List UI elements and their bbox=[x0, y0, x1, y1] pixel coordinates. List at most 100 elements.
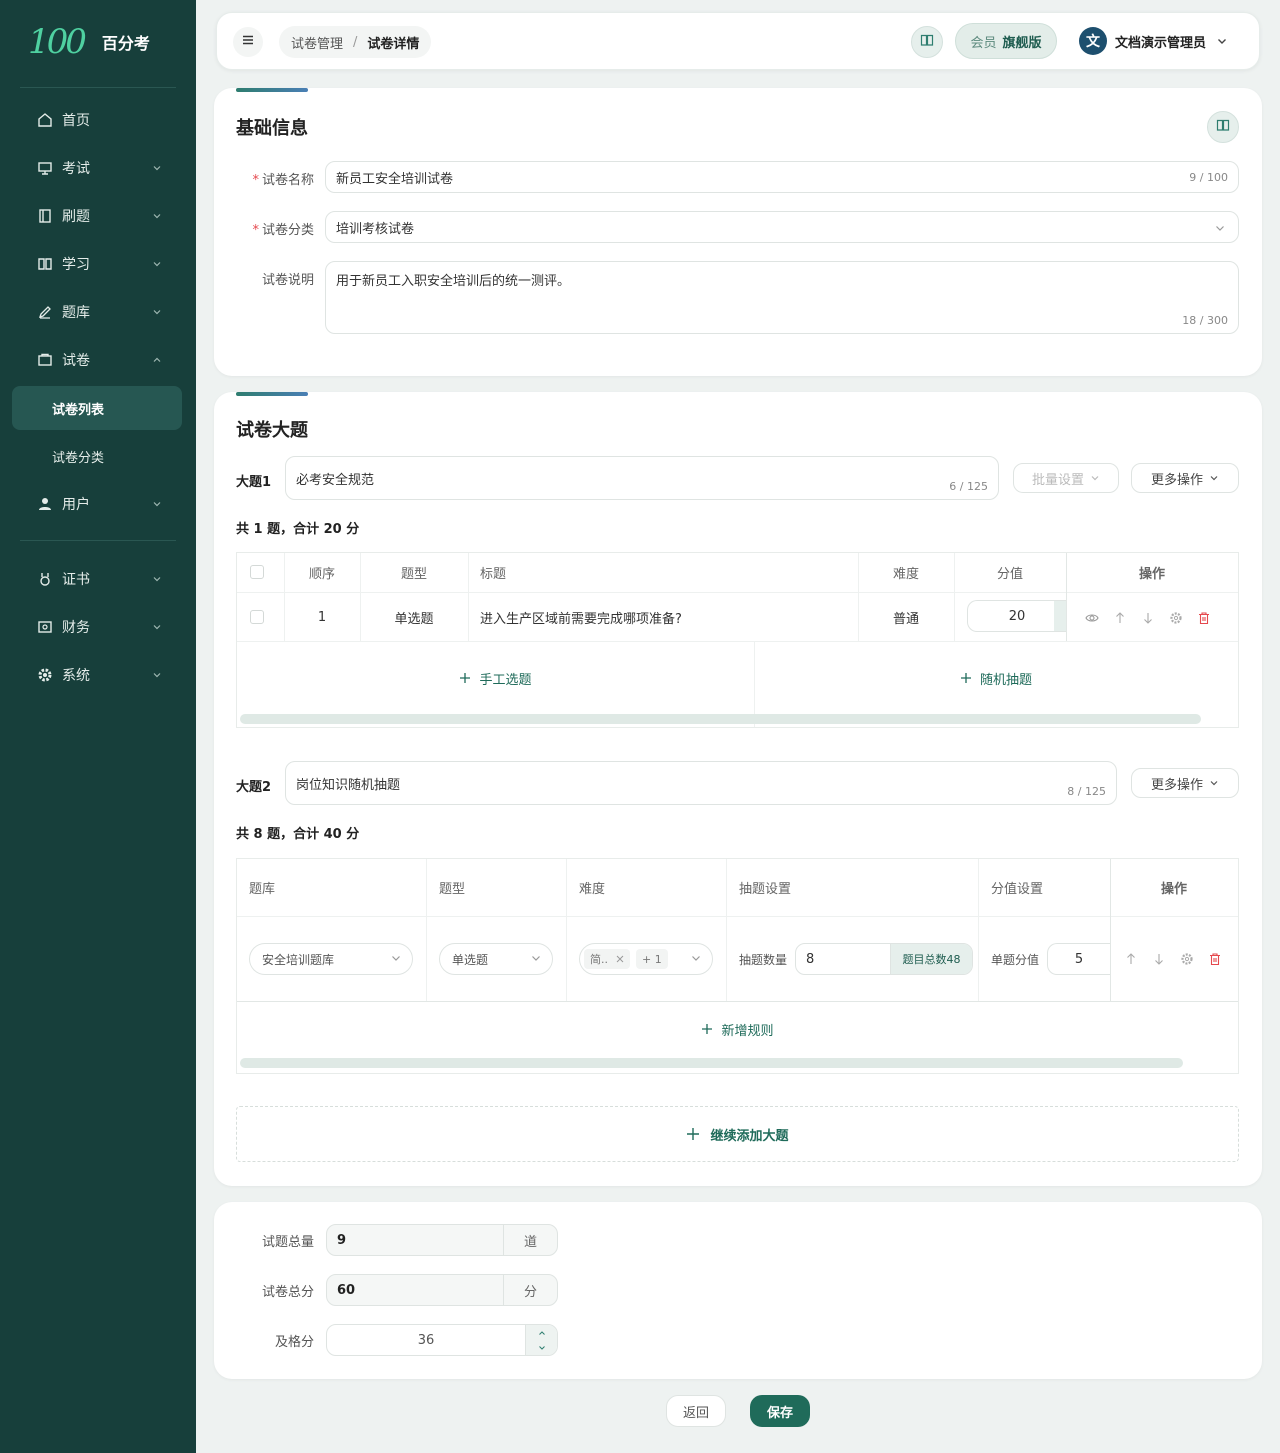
membership-badge[interactable]: 会员 旗舰版 bbox=[955, 23, 1057, 59]
input-value: 36 bbox=[417, 1332, 435, 1348]
chevron-down-icon bbox=[152, 305, 162, 321]
sidebar-item-papers[interactable]: 试卷 bbox=[12, 338, 182, 382]
add-rule-button[interactable]: 新增规则 bbox=[237, 1001, 1238, 1057]
score-input[interactable]: 20 bbox=[967, 600, 1066, 632]
menu-toggle-button[interactable] bbox=[233, 27, 263, 57]
section-1-summary: 共 1 题，合计 20 分 bbox=[236, 522, 360, 537]
sidebar-divider bbox=[20, 540, 176, 541]
column-header: 题型 bbox=[439, 882, 466, 897]
settings-icon[interactable] bbox=[1169, 611, 1183, 625]
unit-label: 分 bbox=[503, 1275, 557, 1305]
sidebar-item-paper-category[interactable]: 试卷分类 bbox=[12, 434, 182, 478]
notebook-icon bbox=[36, 207, 54, 225]
arrow-down-icon[interactable] bbox=[1141, 611, 1155, 625]
sidebar-item-study[interactable]: 学习 bbox=[12, 242, 182, 286]
stepper[interactable] bbox=[1054, 601, 1066, 631]
paper-description-textarea[interactable]: 用于新员工入职安全培训后的统一测评。 18 / 300 bbox=[325, 261, 1239, 334]
trash-icon[interactable] bbox=[1208, 952, 1222, 966]
chevron-down-icon bbox=[390, 952, 402, 967]
chevron-down-icon bbox=[690, 952, 702, 967]
settings-icon[interactable] bbox=[1180, 952, 1194, 966]
close-icon[interactable] bbox=[616, 955, 624, 963]
passing-score-input[interactable]: 36 bbox=[326, 1324, 558, 1356]
column-header: 分值设置 bbox=[991, 882, 1044, 897]
help-button[interactable] bbox=[1207, 111, 1239, 143]
batch-settings-dropdown[interactable]: 批量设置 bbox=[1013, 463, 1119, 493]
book-open-icon bbox=[36, 255, 54, 273]
monitor-icon bbox=[36, 159, 54, 177]
difficulty-multiselect[interactable]: 简.. + 1 bbox=[579, 943, 713, 975]
sidebar-item-question-bank[interactable]: 题库 bbox=[12, 290, 182, 334]
chevron-up-icon[interactable] bbox=[538, 1329, 546, 1337]
column-header: 操作 bbox=[1160, 882, 1187, 897]
input-value: 20 bbox=[1008, 608, 1026, 624]
back-button[interactable]: 返回 bbox=[666, 1395, 726, 1427]
field-label: * 试卷名称 bbox=[252, 173, 314, 188]
question-bank-select[interactable]: 安全培训题库 bbox=[249, 943, 413, 975]
paper-sections-card: 试卷大题 大题1 必考安全规范 6 / 125 批量设置 更多操作 共 1 题，… bbox=[214, 392, 1262, 1186]
docs-button[interactable] bbox=[911, 26, 943, 58]
sidebar-item-label: 财务 bbox=[62, 620, 90, 636]
more-actions-dropdown[interactable]: 更多操作 bbox=[1131, 768, 1239, 798]
manual-select-button[interactable]: 手工选题 bbox=[237, 641, 754, 715]
arrow-down-icon[interactable] bbox=[1152, 952, 1166, 966]
sidebar-item-users[interactable]: 用户 bbox=[12, 482, 182, 526]
horizontal-scrollbar[interactable] bbox=[240, 714, 1201, 724]
breadcrumb-item[interactable]: 试卷管理 bbox=[291, 33, 343, 52]
breadcrumb: 试卷管理 / 试卷详情 bbox=[279, 26, 432, 58]
button-label: 批量设置 bbox=[1031, 472, 1084, 488]
trash-icon[interactable] bbox=[1197, 611, 1211, 625]
user-icon bbox=[36, 495, 54, 513]
section-2-name-input[interactable]: 岗位知识随机抽题 8 / 125 bbox=[285, 761, 1117, 805]
sidebar-item-exam[interactable]: 考试 bbox=[12, 146, 182, 190]
pen-icon bbox=[36, 303, 54, 321]
chevron-down-icon bbox=[152, 620, 162, 636]
save-button[interactable]: 保存 bbox=[750, 1395, 810, 1427]
sidebar-item-home[interactable]: 首页 bbox=[12, 98, 182, 142]
horizontal-scrollbar[interactable] bbox=[240, 1058, 1183, 1068]
column-header: 难度 bbox=[579, 882, 606, 897]
arrow-up-icon[interactable] bbox=[1113, 611, 1127, 625]
basic-info-card: 基础信息 * 试卷名称 新员工安全培训试卷 9 / 100 * 试卷分类 培训考核试… bbox=[214, 88, 1262, 376]
number-stepper[interactable] bbox=[525, 1325, 557, 1355]
membership-label: 会员 bbox=[970, 35, 997, 51]
sidebar-item-certificate[interactable]: 证书 bbox=[12, 557, 182, 601]
question-type-select[interactable]: 单选题 bbox=[439, 943, 553, 975]
select-all-checkbox[interactable] bbox=[250, 565, 264, 579]
arrow-up-icon[interactable] bbox=[1124, 952, 1138, 966]
row-checkbox[interactable] bbox=[250, 610, 264, 624]
field-label: 试卷说明 bbox=[261, 273, 314, 288]
eye-icon[interactable] bbox=[1085, 611, 1099, 625]
medal-icon bbox=[36, 570, 54, 588]
row-difficulty: 普通 bbox=[892, 611, 919, 627]
sidebar-item-label: 试卷 bbox=[62, 353, 90, 369]
sidebar-item-practice[interactable]: 刷题 bbox=[12, 194, 182, 238]
button-label: 更多操作 bbox=[1150, 777, 1203, 793]
section-2-summary: 共 8 题，合计 40 分 bbox=[236, 827, 360, 842]
more-actions-dropdown[interactable]: 更多操作 bbox=[1131, 463, 1239, 493]
total-questions-value: 9 bbox=[337, 1232, 347, 1248]
char-counter: 8 / 125 bbox=[1067, 785, 1106, 798]
char-counter: 9 / 100 bbox=[1189, 171, 1228, 184]
sidebar-item-finance[interactable]: 财务 bbox=[12, 605, 182, 649]
user-menu[interactable]: 文 文档演示管理员 bbox=[1073, 23, 1245, 59]
paper-category-select[interactable]: 培训考核试卷 bbox=[325, 211, 1239, 243]
chevron-down-icon[interactable] bbox=[538, 1344, 546, 1352]
add-section-button[interactable]: 继续添加大题 bbox=[236, 1106, 1239, 1162]
row-title[interactable]: 进入生产区域前需要完成哪项准备? bbox=[480, 593, 682, 641]
book-icon bbox=[1216, 118, 1230, 136]
draw-count-input[interactable]: 8 题目总数48 bbox=[795, 943, 973, 975]
sidebar-item-label: 刷题 bbox=[62, 209, 90, 225]
sidebar-item-paper-list[interactable]: 试卷列表 bbox=[12, 386, 182, 430]
section-1-name-input[interactable]: 必考安全规范 6 / 125 bbox=[285, 456, 999, 500]
button-label: 新增规则 bbox=[721, 1023, 774, 1039]
total-score-field: 60 分 bbox=[326, 1274, 558, 1306]
sidebar-item-system[interactable]: 系统 bbox=[12, 653, 182, 697]
chevron-down-icon bbox=[152, 257, 162, 273]
paper-name-input[interactable]: 新员工安全培训试卷 9 / 100 bbox=[325, 161, 1239, 193]
score-per-question-input[interactable]: 5 bbox=[1047, 943, 1110, 975]
col-divider bbox=[978, 859, 979, 1001]
sidebar-item-label: 题库 bbox=[62, 305, 90, 321]
random-draw-button[interactable]: 随机抽题 bbox=[754, 641, 1238, 715]
row-actions bbox=[1085, 611, 1225, 625]
